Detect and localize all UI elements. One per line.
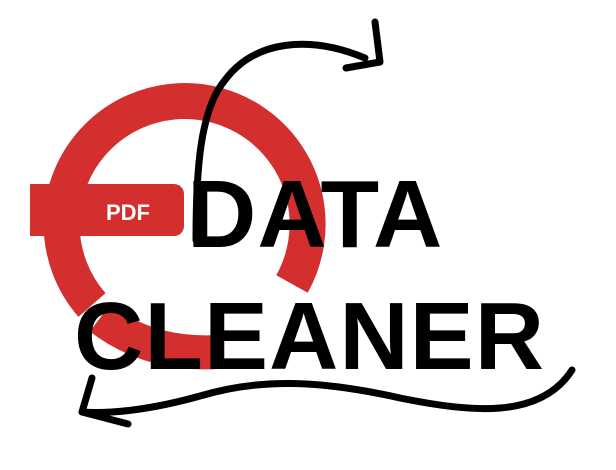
pdf-badge-label: PDF [106, 200, 150, 225]
logo-word-data: DATA [187, 161, 443, 268]
logo-word-cleaner: CLEANER [74, 283, 545, 390]
pdf-data-cleaner-logo: PDF DATA CLEANER [0, 0, 616, 470]
pdf-badge: PDF [30, 184, 184, 236]
logo-graphic: PDF DATA CLEANER [30, 18, 576, 428]
